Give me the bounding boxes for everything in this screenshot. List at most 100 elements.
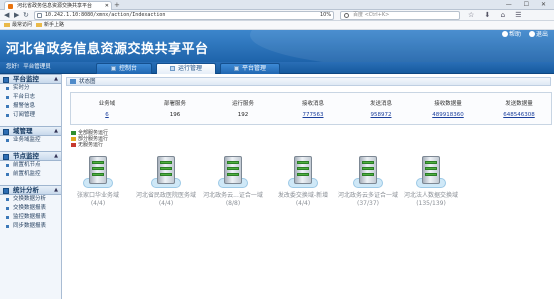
domain-node[interactable]: 河北政务云多证合一域 (37/37) (333, 156, 403, 208)
green-status-icon (71, 131, 76, 135)
server-icon (416, 156, 446, 190)
home-icon (70, 79, 76, 84)
sidebar-item-realtime[interactable]: 实时分 (0, 84, 61, 93)
sidebar-item-alerts[interactable]: 报警信息 (0, 102, 61, 111)
bookmark-most-visited[interactable]: 最常访问 (4, 21, 32, 29)
run-management-icon (169, 65, 175, 71)
platform-management-icon (233, 65, 239, 71)
sidebar-section-node-monitor[interactable]: 节点监控 ▲ (0, 151, 61, 161)
sidebar-section-platform-monitor[interactable]: 平台监控 ▲ (0, 74, 61, 84)
stat-value-link[interactable]: 489918360 (418, 112, 478, 118)
domain-name: 河北省民政医院医务域 (135, 192, 196, 199)
collapse-icon[interactable]: ▲ (54, 186, 58, 195)
server-icon (288, 156, 318, 190)
collapse-icon[interactable]: ▲ (54, 152, 58, 161)
yellow-status-icon (71, 137, 76, 141)
domain-node[interactable]: 发改委交换域-新增 (4/4) (268, 156, 338, 208)
sidebar-item-frontend-monitor[interactable]: 前置机监控 (0, 170, 61, 179)
console-icon (110, 65, 116, 71)
legend-none-running: 无服务运行 (71, 142, 108, 148)
sidebar-item-exchange-report[interactable]: 交换数据报表 (0, 204, 61, 213)
help-icon (502, 31, 509, 37)
domain-nodes: 张家口华业务域 (4/4) 河北省民政医院医务域 (4/4) 河北政务云...证合一… (63, 156, 554, 216)
url-text: 10.242.1.10:8080/xmnx/action/Indexaction (45, 12, 166, 18)
stat-value-link[interactable]: 777563 (283, 112, 343, 118)
server-icon (83, 156, 113, 190)
bullet-icon (6, 105, 9, 108)
user-bar: 您好! 平台管理员 控制台 运行管理 平台管理 (0, 62, 554, 74)
folder-icon (36, 22, 42, 27)
sidebar-item-platform-log[interactable]: 平台日志 (0, 93, 61, 102)
domain-name: 发改委交换域-新增 (277, 192, 329, 199)
domain-count: (8/8) (225, 200, 241, 207)
browser-tab[interactable]: 河北省政务信息资源交换共享平台 ✕ (4, 1, 112, 10)
domain-node[interactable]: 张家口华业务域 (4/4) (63, 156, 133, 208)
bullet-icon (6, 198, 9, 201)
breadcrumb: 状态图 (66, 77, 551, 86)
collapse-icon[interactable]: ▲ (54, 75, 58, 84)
logout-link[interactable]: 退出 (528, 31, 548, 38)
stat-deployed-services: 部署服务 196 (145, 93, 205, 124)
bullet-icon (6, 207, 9, 210)
app-title: 河北省政务信息资源交换共享平台 (6, 42, 209, 57)
server-icon (353, 156, 383, 190)
folder-icon (4, 22, 10, 27)
domain-count: (135/139) (416, 200, 446, 207)
favicon-icon (8, 4, 13, 9)
domain-name: 河北政务云...证合一域 (203, 192, 263, 199)
sidebar-item-subscriptions[interactable]: 订阅管理 (0, 111, 61, 120)
sidebar-section-domain[interactable]: 域管理 ▲ (0, 126, 61, 136)
domain-count: (37/37) (357, 200, 379, 207)
sidebar-item-sync-report[interactable]: 同步数据报表 (0, 222, 61, 231)
sidebar-item-domain-monitor[interactable]: 业务域监控 (0, 136, 61, 145)
server-icon (151, 156, 181, 190)
help-link[interactable]: 帮助 (502, 31, 521, 38)
domain-node[interactable]: 河北政务云...证合一域 (8/8) (198, 156, 268, 208)
domain-node[interactable]: 河北省民政医院医务域 (4/4) (131, 156, 201, 208)
stat-sent-data: 发送数据量 648546308 (489, 93, 549, 124)
tab-console[interactable]: 控制台 (96, 63, 152, 74)
browser-tab-bar: 河北省政务信息资源交换共享平台 ✕ + — ☐ ✕ (0, 0, 554, 10)
stats-panel: 业务域 6 部署服务 196 运行服务 192 接收消息 777563 发送消息… (70, 92, 552, 125)
user-name: 平台管理员 (23, 64, 51, 70)
section-icon (3, 188, 9, 194)
bookmark-getting-started[interactable]: 新手上路 (36, 21, 64, 29)
search-placeholder: 百度 <Ctrl+K> (353, 12, 390, 18)
search-bar[interactable]: 百度 <Ctrl+K> (340, 11, 460, 20)
tab-platform-management[interactable]: 平台管理 (220, 63, 280, 74)
domain-name: 张家口华业务域 (76, 192, 119, 199)
collapse-icon[interactable]: ▲ (54, 127, 58, 136)
forward-icon[interactable]: ▶ (14, 11, 19, 20)
user-info: 您好! 平台管理员 (6, 64, 51, 70)
stat-value-link[interactable]: 6 (77, 112, 137, 118)
domain-name: 河北政务云多证合一域 (337, 192, 398, 199)
sidebar-item-exchange-analysis[interactable]: 交换数据分析 (0, 195, 61, 204)
bullet-icon (6, 114, 9, 117)
reload-icon[interactable]: ↻ (23, 11, 29, 20)
tab-run-management[interactable]: 运行管理 (156, 63, 216, 74)
zoom-level[interactable]: 10% (320, 12, 331, 18)
stat-value-link[interactable]: 958972 (351, 112, 411, 118)
bullet-icon (6, 173, 9, 176)
domain-node[interactable]: 河北法人数据交换域 (135/139) (396, 156, 466, 208)
back-icon[interactable]: ◀ (4, 11, 9, 20)
browser-nav-bar: ◀ ▶ ↻ 10.242.1.10:8080/xmnx/action/Index… (0, 10, 554, 21)
sidebar-item-frontend-node[interactable]: 前置机节点 (0, 161, 61, 170)
sidebar-section-statistics[interactable]: 统计分析 ▲ (0, 185, 61, 195)
stat-sent-messages: 发送消息 958972 (351, 93, 411, 124)
toolbar-icons[interactable]: ☆ ⬇ ⌂ ☰ (468, 11, 526, 20)
site-info-icon[interactable] (37, 13, 42, 18)
stat-received-messages: 接收消息 777563 (283, 93, 343, 124)
tab-close-icon[interactable]: ✕ (105, 2, 109, 10)
new-tab-icon[interactable]: + (114, 1, 120, 9)
stat-value-link[interactable]: 648546308 (489, 112, 549, 118)
bullet-icon (6, 87, 9, 90)
window-controls[interactable]: — ☐ ✕ (506, 0, 551, 9)
sidebar-item-monitor-report[interactable]: 监控数据报表 (0, 213, 61, 222)
bullet-icon (6, 96, 9, 99)
domain-count: (4/4) (90, 200, 106, 207)
logout-icon (528, 31, 535, 37)
breadcrumb-label: 状态图 (79, 79, 96, 85)
server-icon (218, 156, 248, 190)
url-bar[interactable]: 10.242.1.10:8080/xmnx/action/Indexaction (34, 11, 334, 20)
